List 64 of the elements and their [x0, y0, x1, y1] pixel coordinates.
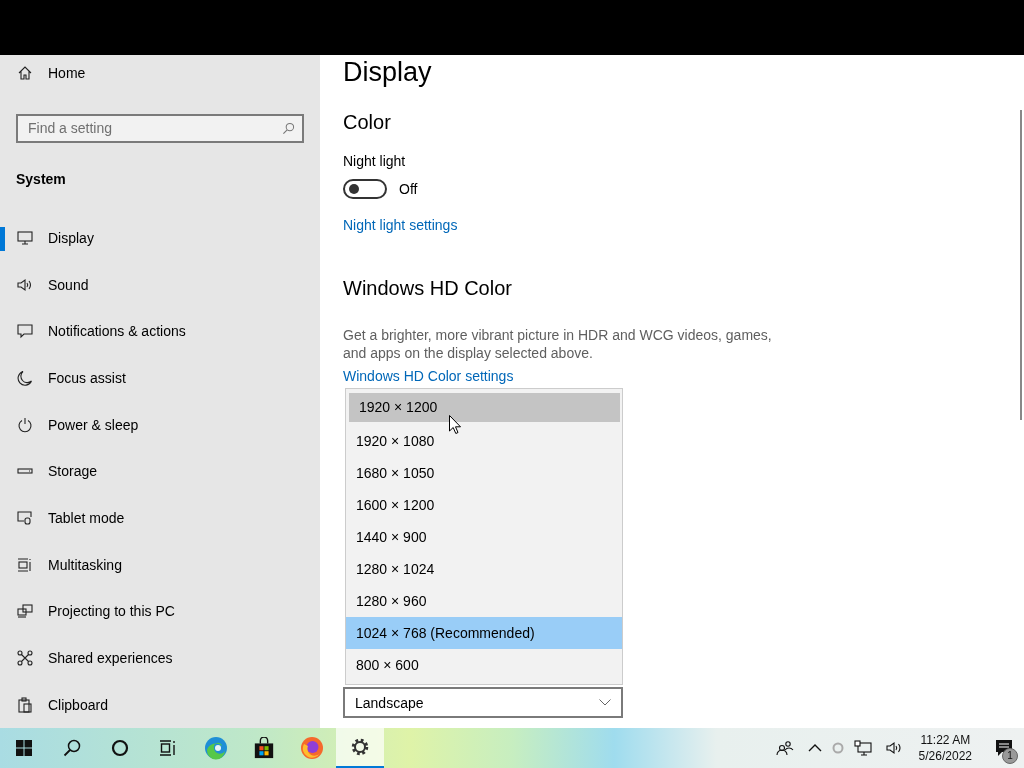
- edge-browser-icon: [204, 736, 228, 760]
- menu-option[interactable]: 1024 × 768 (Recommended): [346, 617, 622, 649]
- tablet-icon: [17, 510, 33, 527]
- taskbar-button[interactable]: [336, 728, 384, 768]
- nodes-icon: [17, 649, 33, 666]
- people-icon[interactable]: [775, 740, 794, 756]
- page-title: Display: [343, 57, 433, 89]
- section-heading: Windows HD Color: [343, 277, 513, 300]
- menu-option[interactable]: 1280 × 1024: [346, 553, 622, 585]
- cursor-icon: [449, 415, 461, 434]
- clipboard-icon: [17, 696, 33, 713]
- section-heading: Color: [343, 111, 392, 134]
- windows-logo-icon: [16, 740, 32, 756]
- scrollbar[interactable]: [1020, 110, 1022, 420]
- search-field[interactable]: Find a setting: [16, 113, 304, 143]
- screens-icon: [17, 603, 33, 620]
- sidebar-item[interactable]: Storage: [0, 448, 320, 495]
- menu-option[interactable]: 1280 × 960: [346, 585, 622, 617]
- sidebar-item[interactable]: Sound: [0, 261, 320, 309]
- speaker-icon: [17, 276, 33, 293]
- setting-label: Night light: [343, 153, 407, 169]
- task-view-icon: [159, 739, 177, 757]
- settings-link[interactable]: Night light settings: [343, 217, 458, 233]
- toggle-state: Off: [399, 181, 418, 197]
- windows-icon: [17, 556, 33, 573]
- network-icon[interactable]: [853, 740, 872, 756]
- sidebar-item[interactable]: Multitasking: [0, 541, 320, 588]
- home-icon: [17, 64, 33, 81]
- chevron-up-icon[interactable]: [807, 744, 822, 752]
- sidebar-item[interactable]: Notifications & actions: [0, 308, 320, 355]
- clock-time[interactable]: 11:22 AM: [920, 732, 971, 748]
- sidebar-item[interactable]: Projecting to this PC: [0, 588, 320, 635]
- home-link[interactable]: Home: [0, 55, 320, 82]
- circle-icon: [111, 739, 129, 757]
- menu-option[interactable]: 1600 × 1200: [346, 489, 622, 521]
- menu-option[interactable]: 1920 × 1200: [349, 393, 620, 422]
- notification-badge: 1: [1002, 748, 1018, 764]
- settings-link[interactable]: Windows HD Color settings: [343, 368, 514, 384]
- description-text: Get a brighter, more vibrant picture in HDR and WCG videos, games, and apps on the display selected above.: [343, 326, 773, 362]
- toggle-switch[interactable]: [343, 179, 387, 199]
- power-icon: [17, 416, 33, 433]
- sidebar-item[interactable]: Display: [0, 214, 320, 262]
- settings-icon: [350, 737, 370, 757]
- store-bag-icon: [253, 737, 275, 759]
- sidebar-item[interactable]: Shared experiences: [0, 634, 320, 682]
- menu-option[interactable]: 1440 × 900: [346, 521, 622, 553]
- speaker-icon[interactable]: [885, 740, 904, 756]
- search-icon: [63, 739, 81, 757]
- speech-bubble-icon: [17, 323, 33, 340]
- sidebar-item[interactable]: Focus assist: [0, 354, 320, 402]
- sidebar-item[interactable]: Tablet mode: [0, 494, 320, 542]
- section-heading: System: [15, 169, 67, 189]
- chevron-down-icon: [599, 699, 611, 706]
- menu-option[interactable]: 1920 × 1080: [346, 425, 622, 457]
- search-icon: [282, 121, 295, 135]
- sidebar-item[interactable]: Power & sleep: [0, 401, 320, 449]
- firefox-browser-icon: [300, 736, 324, 760]
- moon-icon: [17, 370, 33, 387]
- monitor-icon: [17, 230, 33, 247]
- sidebar-item[interactable]: Clipboard: [0, 681, 320, 728]
- clock-date[interactable]: 5/26/2022: [918, 748, 972, 764]
- menu-option[interactable]: 1680 × 1050: [346, 457, 622, 489]
- menu-option[interactable]: 800 × 600: [346, 649, 622, 681]
- orientation-dropdown[interactable]: Landscape: [343, 687, 623, 718]
